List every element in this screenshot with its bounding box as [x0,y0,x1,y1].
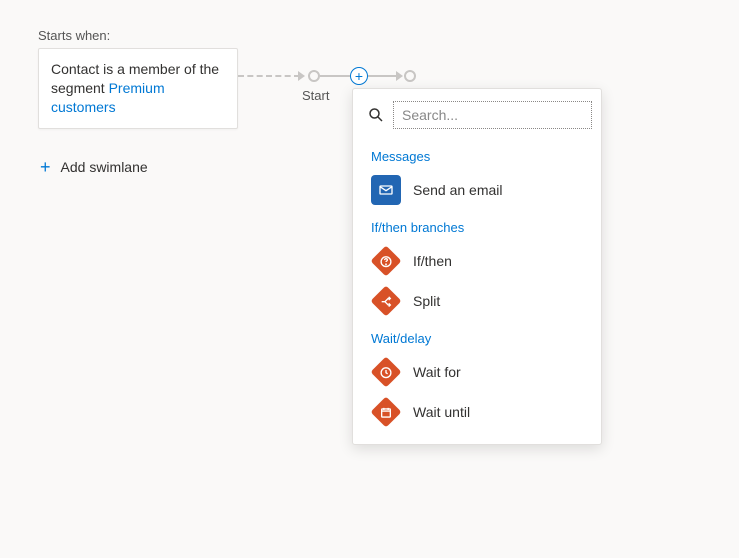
calendar-icon [371,397,401,427]
action-item-send-email[interactable]: Send an email [353,170,597,210]
connector-solid-arrow [396,71,403,81]
action-item-split[interactable]: Split [353,281,597,321]
group-label: Wait/delay [353,321,597,352]
add-swimlane-label: Add swimlane [61,159,148,175]
action-item-if-then[interactable]: If/then [353,241,597,281]
mail-icon [371,175,401,205]
add-swimlane-button[interactable]: + Add swimlane [40,158,148,176]
group-label: Messages [353,139,597,170]
action-label: Wait for [413,364,461,380]
connector-dashed-arrow [298,71,305,81]
action-label: Split [413,293,440,309]
starts-when-label: Starts when: [38,28,110,43]
connector-solid [368,75,398,77]
split-icon [371,286,401,316]
search-row [353,101,601,139]
start-label: Start [302,88,329,103]
connector-dashed [238,75,300,77]
action-item-wait-until[interactable]: Wait until [353,392,597,432]
connector-solid [320,75,350,77]
plus-icon: + [40,158,51,176]
action-picker-popup: Messages Send an email If/then branches If/… [352,88,602,445]
add-step-button[interactable]: + [350,67,368,85]
action-list[interactable]: Messages Send an email If/then branches If/… [353,139,601,432]
action-label: Wait until [413,404,470,420]
action-item-wait-for[interactable]: Wait for [353,352,597,392]
clock-icon [371,357,401,387]
question-icon [371,246,401,276]
search-icon [367,106,385,124]
trigger-card[interactable]: Contact is a member of the segment Premi… [38,48,238,129]
end-node[interactable] [404,70,416,82]
action-label: If/then [413,253,452,269]
search-input[interactable] [393,101,592,129]
group-label: If/then branches [353,210,597,241]
action-label: Send an email [413,182,503,198]
start-node[interactable] [308,70,320,82]
